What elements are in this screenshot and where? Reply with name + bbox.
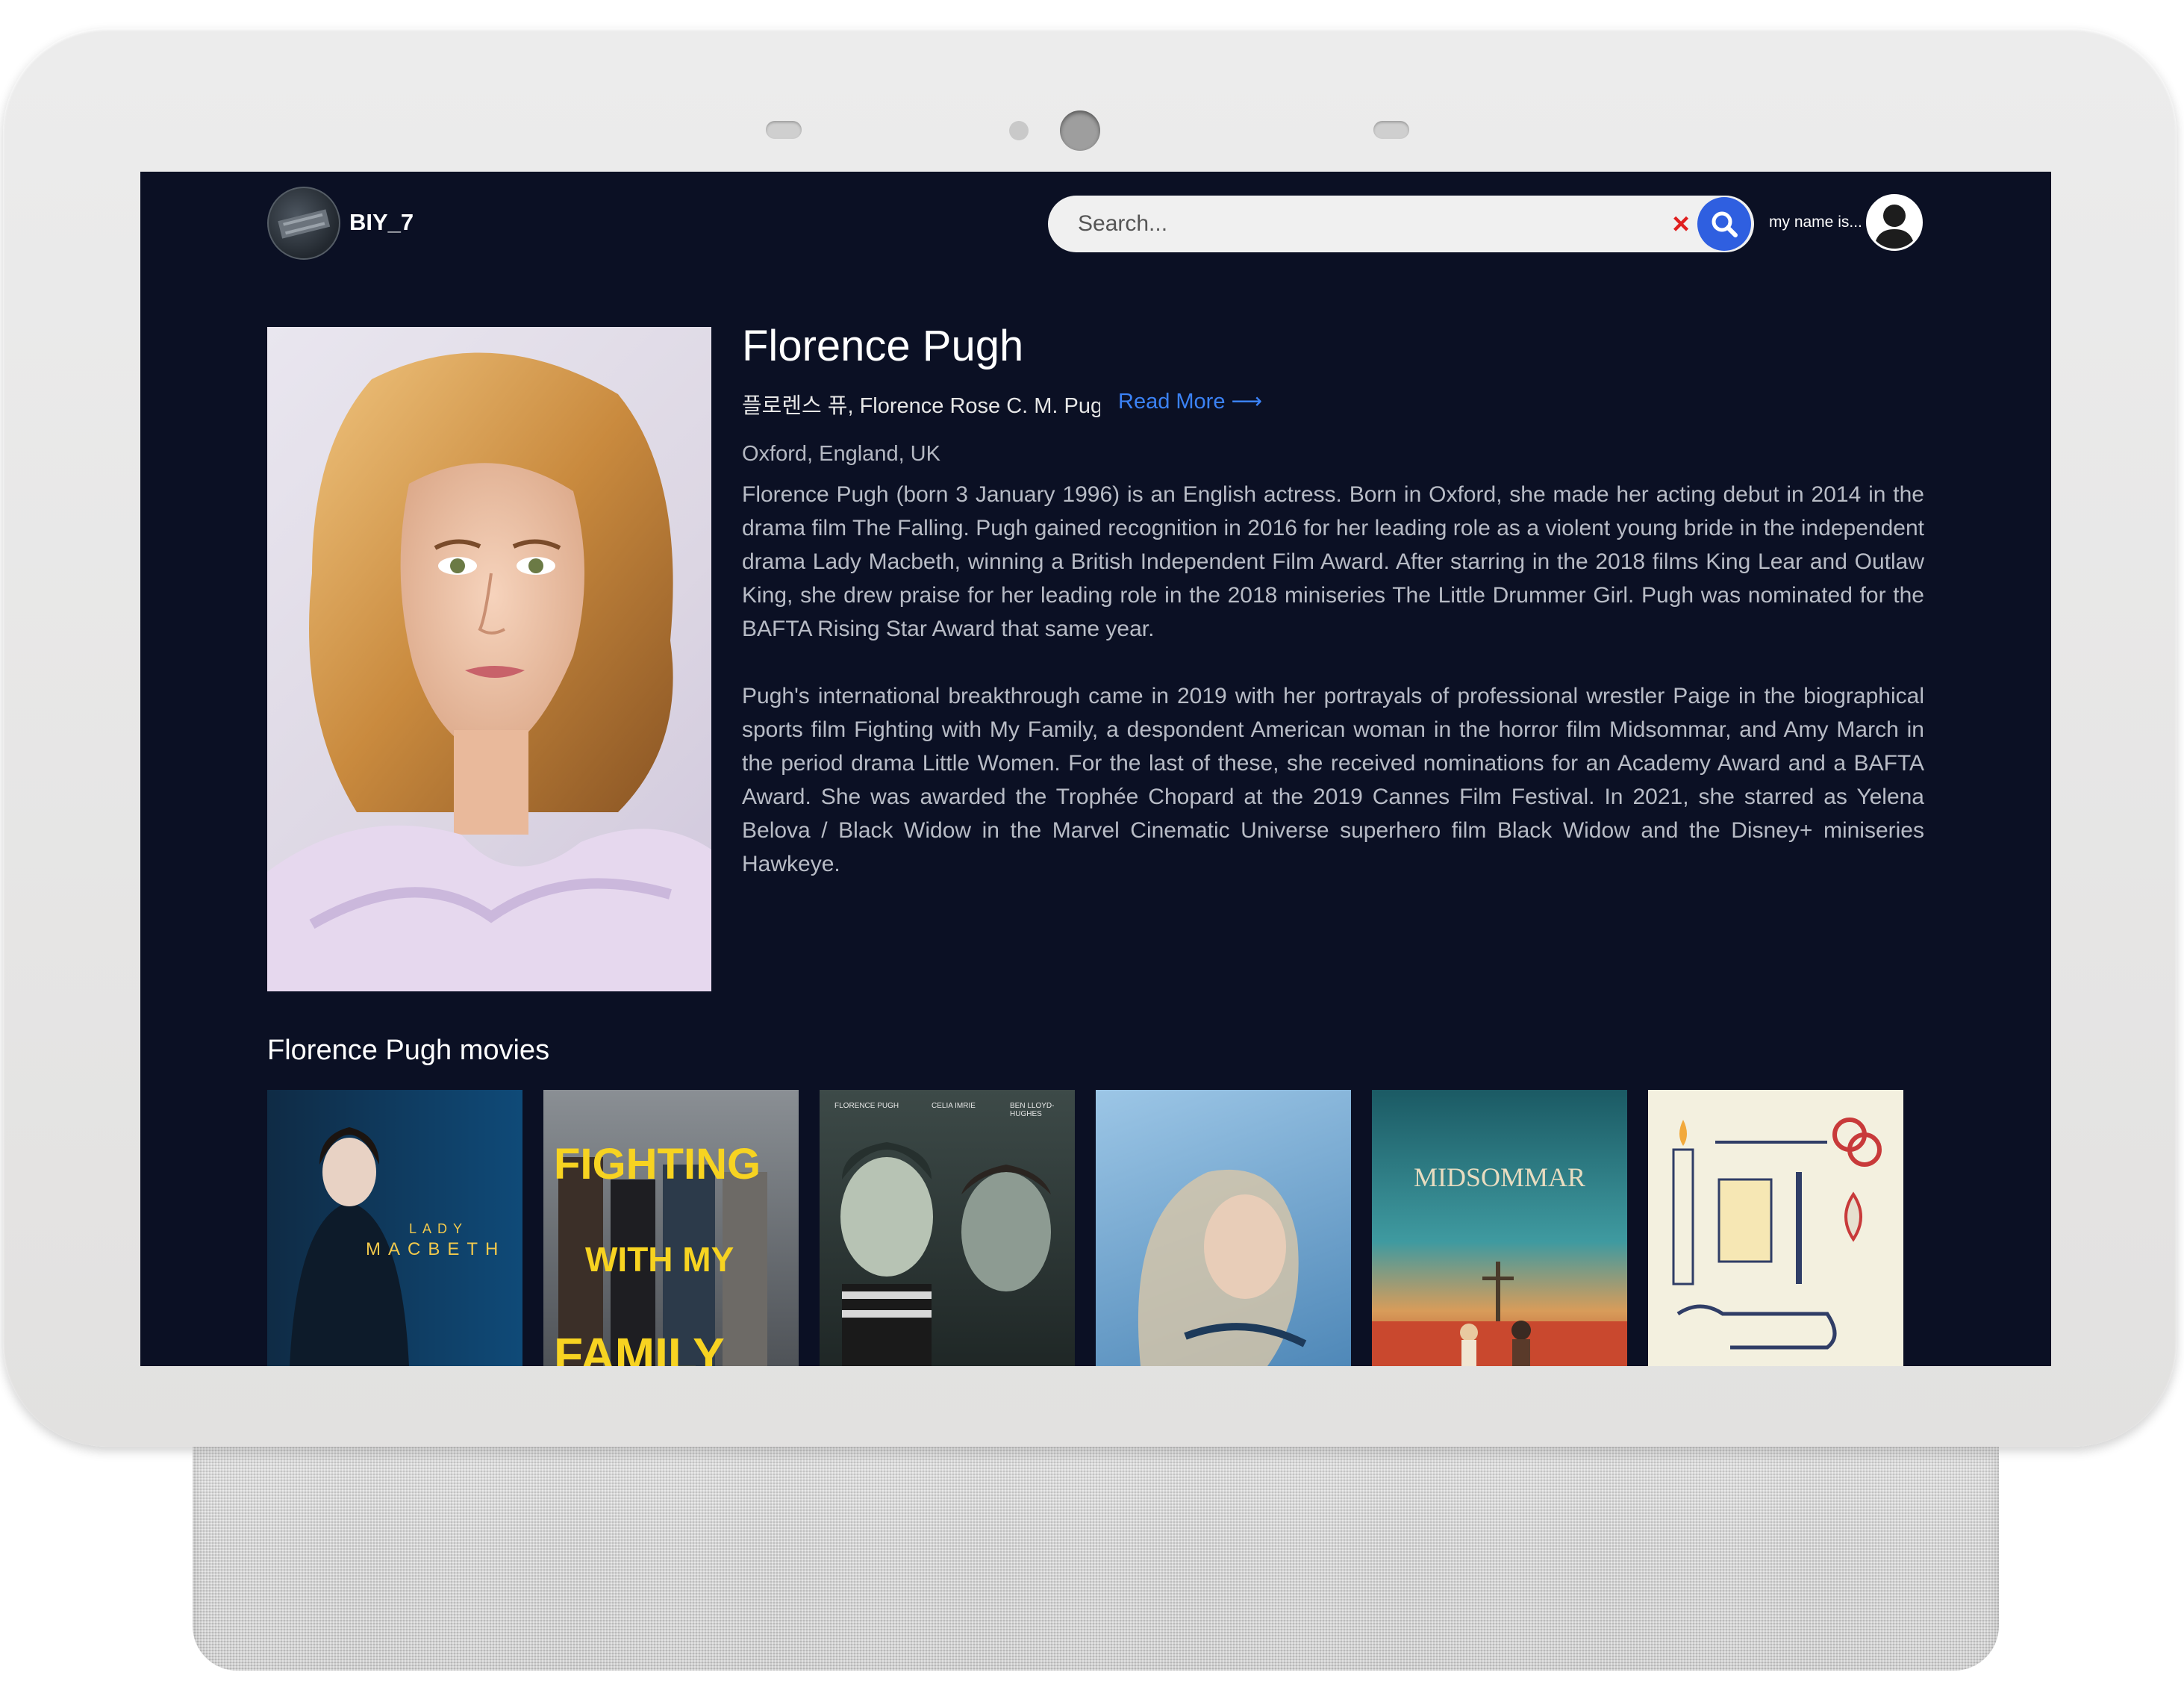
poster-art bbox=[840, 1142, 1051, 1366]
logo-film-icon bbox=[278, 209, 331, 239]
poster-title-bottom: MACBETH bbox=[366, 1239, 506, 1259]
movies-heading: Florence Pugh movies bbox=[267, 1035, 550, 1066]
poster-art bbox=[558, 1157, 767, 1366]
movie-poster-lady-macbeth[interactable]: LADY MACBETH bbox=[267, 1090, 522, 1366]
poster-credit: BEN LLOYD-HUGHES bbox=[1010, 1102, 1055, 1118]
app-screen: BIY_7 × my name is... bbox=[140, 172, 2051, 1366]
poster-art bbox=[1372, 1262, 1627, 1366]
site-name[interactable]: BIY_7 bbox=[349, 209, 414, 236]
mic-dot bbox=[1009, 121, 1029, 140]
user-name-label[interactable]: my name is... bbox=[1769, 214, 1862, 231]
poster-title-line3: FAMILY bbox=[554, 1328, 725, 1366]
sensor-left bbox=[766, 121, 802, 139]
movie-poster-midsommar[interactable]: MIDSOMMAR bbox=[1372, 1090, 1627, 1366]
poster-art bbox=[1672, 1118, 1882, 1350]
search-button[interactable] bbox=[1697, 197, 1751, 251]
bio-paragraph: Florence Pugh (born 3 January 1996) is a… bbox=[742, 482, 1924, 641]
poster-art bbox=[290, 1127, 409, 1366]
movies-carousel: LADY MACBETH FIGHTING WITH MY FAMILY FLO… bbox=[267, 1090, 2051, 1366]
poster-title-top: LADY bbox=[409, 1221, 469, 1236]
clear-search-button[interactable]: × bbox=[1666, 209, 1696, 239]
portrait-image bbox=[267, 352, 711, 991]
actor-aka: 플로렌스 퓨, Florence Rose C. M. Pugh bbox=[742, 394, 1100, 418]
device-frame: BIY_7 × my name is... bbox=[3, 28, 2177, 1447]
speaker-base bbox=[193, 1447, 1999, 1671]
poster-title-line2: WITH MY bbox=[585, 1240, 734, 1279]
search-input[interactable] bbox=[1078, 196, 1645, 252]
poster-title: MIDSOMMAR bbox=[1413, 1162, 1586, 1192]
site-logo[interactable] bbox=[267, 187, 340, 260]
user-avatar-icon bbox=[1868, 196, 1921, 249]
movie-poster-little-women[interactable] bbox=[1648, 1090, 1903, 1366]
camera-lens bbox=[1060, 110, 1100, 151]
actor-portrait bbox=[267, 327, 711, 991]
sensor-right bbox=[1373, 121, 1409, 139]
poster-credit: CELIA IMRIE bbox=[932, 1102, 976, 1110]
poster-credit: FLORENCE PUGH bbox=[834, 1102, 899, 1110]
user-avatar[interactable] bbox=[1866, 194, 1923, 251]
actor-birthplace: Oxford, England, UK bbox=[742, 442, 940, 466]
poster-art bbox=[1138, 1169, 1307, 1366]
movie-poster-fighting-with-my-family[interactable]: FIGHTING WITH MY FAMILY bbox=[543, 1090, 799, 1366]
movie-poster-the-falling[interactable]: FLORENCE PUGH CELIA IMRIE BEN LLOYD-HUGH… bbox=[820, 1090, 1075, 1366]
actor-name: Florence Pugh bbox=[742, 322, 1024, 370]
movie-poster-4[interactable] bbox=[1096, 1090, 1351, 1366]
search-bar: × bbox=[1048, 196, 1754, 252]
bio-paragraph: Pugh's international breakthrough came i… bbox=[742, 684, 1924, 876]
actor-biography: Florence Pugh (born 3 January 1996) is a… bbox=[742, 478, 1924, 914]
read-more-link[interactable]: Read More ⟶ bbox=[1118, 388, 1262, 414]
search-icon bbox=[1712, 211, 1738, 237]
poster-title-line1: FIGHTING bbox=[554, 1140, 761, 1188]
